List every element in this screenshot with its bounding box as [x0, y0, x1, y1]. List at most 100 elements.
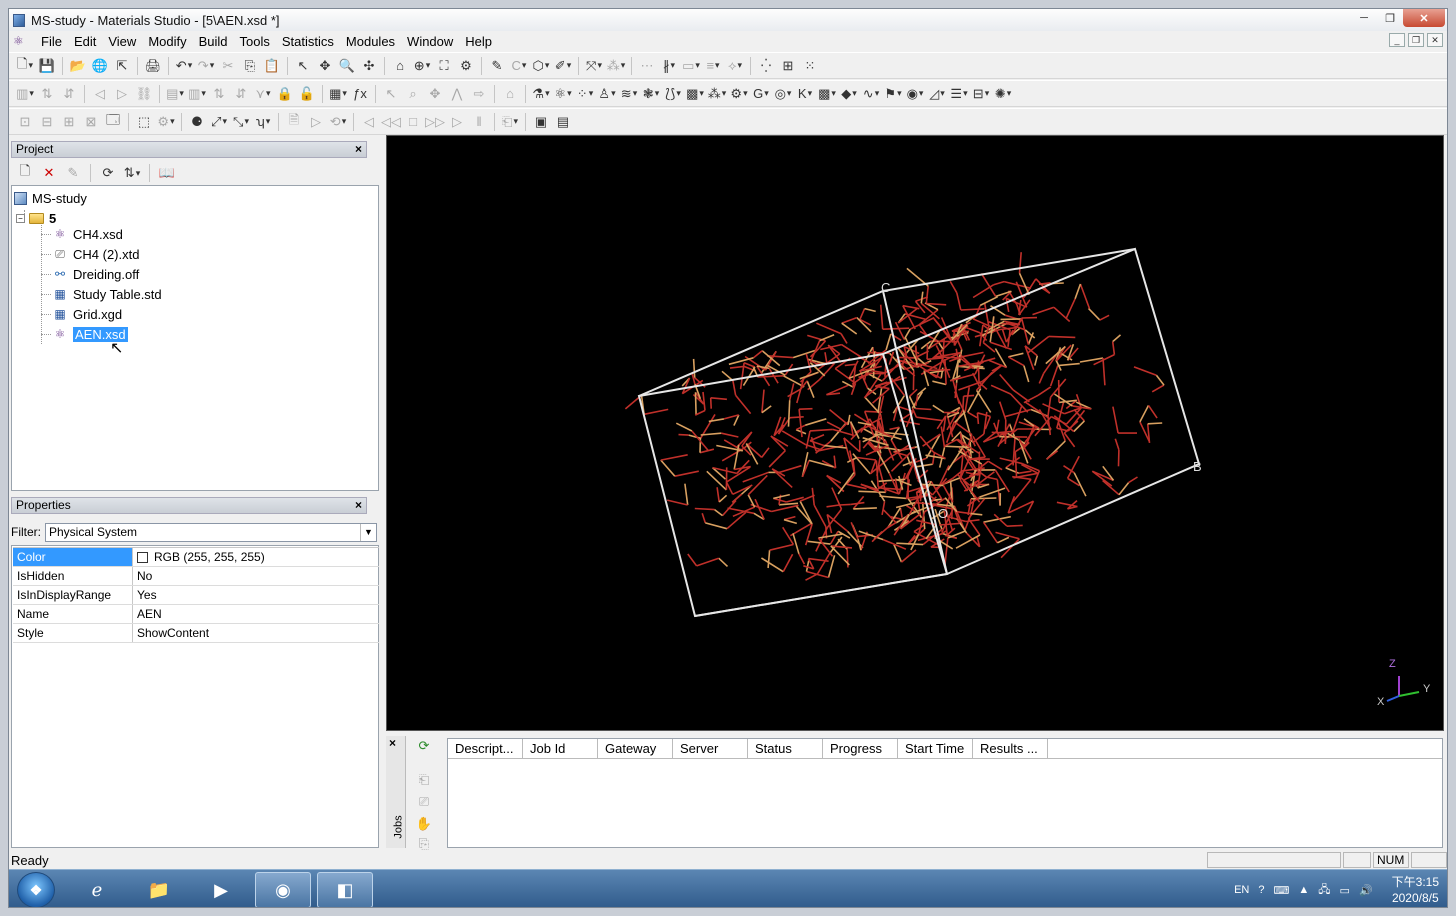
- conformers-icon[interactable]: ≋: [619, 84, 639, 104]
- menu-modules[interactable]: Modules: [340, 34, 401, 49]
- framework-bond[interactable]: [977, 412, 991, 418]
- framework-bond[interactable]: [694, 392, 697, 416]
- framework-bond[interactable]: [782, 526, 795, 545]
- framework-bond[interactable]: [1087, 307, 1101, 321]
- framework-bond[interactable]: [769, 543, 794, 551]
- center-view-icon[interactable]: ⊕: [412, 56, 432, 76]
- framework-bond[interactable]: [1037, 386, 1052, 396]
- framework-bond[interactable]: [721, 499, 737, 517]
- filter-icon[interactable]: ⋎: [253, 84, 273, 104]
- framework-bond[interactable]: [798, 553, 806, 565]
- framework-bond[interactable]: [1008, 352, 1024, 358]
- framework-bond[interactable]: [841, 322, 858, 335]
- lattice-icon[interactable]: ⁙: [800, 56, 820, 76]
- project-pane-close-button[interactable]: ×: [355, 142, 362, 157]
- column-icon[interactable]: ▤: [165, 84, 185, 104]
- chart-bar-icon[interactable]: ▥: [15, 84, 35, 104]
- framework-bond[interactable]: [706, 470, 727, 491]
- delete-icon[interactable]: ✕: [39, 163, 59, 183]
- framework-bond[interactable]: [773, 493, 790, 500]
- angle-select-icon[interactable]: ⤡: [231, 112, 251, 132]
- framework-bond[interactable]: [678, 433, 689, 436]
- translate-icon[interactable]: ✣: [359, 56, 379, 76]
- onetep-icon[interactable]: ◆: [839, 84, 859, 104]
- framework-bond[interactable]: [771, 504, 799, 513]
- column-header-results[interactable]: Results ...: [973, 739, 1048, 758]
- property-row-color[interactable]: Color RGB (255, 255, 255): [13, 548, 379, 567]
- kinetix-icon[interactable]: K: [795, 84, 815, 104]
- qmera-icon[interactable]: ⚑: [883, 84, 903, 104]
- sort-az-icon[interactable]: ⇅: [209, 84, 229, 104]
- sort-za-icon[interactable]: ⇵: [231, 84, 251, 104]
- framework-bond[interactable]: [914, 300, 926, 314]
- framework-bond[interactable]: [864, 307, 876, 313]
- framework-bond[interactable]: [1133, 366, 1157, 377]
- framework-bond[interactable]: [990, 384, 1011, 395]
- print-icon[interactable]: 🖨: [143, 56, 163, 76]
- last-frame-icon[interactable]: ▷: [447, 112, 467, 132]
- framework-bond[interactable]: [816, 553, 830, 575]
- grid-view-icon[interactable]: ▦: [328, 84, 348, 104]
- framework-bond[interactable]: [734, 394, 752, 415]
- framework-bond[interactable]: [1102, 358, 1106, 386]
- framework-bond[interactable]: [1007, 356, 1025, 367]
- framework-bond[interactable]: [982, 521, 999, 544]
- menu-statistics[interactable]: Statistics: [276, 34, 340, 49]
- display-icon[interactable]: ▭: [1340, 884, 1350, 897]
- equilibria-icon[interactable]: ▩: [685, 84, 705, 104]
- framework-bond[interactable]: [949, 280, 958, 294]
- framework-bond[interactable]: [1003, 280, 1032, 290]
- open-book-icon[interactable]: 📖: [157, 163, 177, 183]
- framework-bond[interactable]: [761, 405, 772, 414]
- framework-bond[interactable]: [818, 533, 843, 539]
- framework-bond[interactable]: [798, 409, 803, 438]
- framework-bond[interactable]: [1046, 450, 1059, 460]
- framework-bond[interactable]: [752, 350, 763, 359]
- framework-bond[interactable]: [667, 499, 688, 506]
- close-window-button[interactable]: ✕: [1403, 9, 1445, 27]
- framework-bond[interactable]: [1139, 405, 1150, 423]
- cut-icon[interactable]: ✂: [218, 56, 238, 76]
- framework-bond[interactable]: [761, 389, 765, 413]
- home-view-icon[interactable]: ⌂: [390, 56, 410, 76]
- framework-bond[interactable]: [846, 549, 849, 568]
- framework-bond[interactable]: [761, 350, 781, 367]
- vamp-icon[interactable]: ✺: [993, 84, 1013, 104]
- blends-icon[interactable]: ⁘: [575, 84, 595, 104]
- supercell-icon[interactable]: ⊞: [778, 56, 798, 76]
- framework-bond[interactable]: [826, 421, 842, 430]
- framework-bond[interactable]: [943, 438, 958, 447]
- rename-icon[interactable]: ✎: [63, 163, 83, 183]
- menu-build[interactable]: Build: [193, 34, 234, 49]
- chrome-icon[interactable]: ◉: [255, 872, 311, 907]
- save-icon[interactable]: 💾: [37, 56, 57, 76]
- framework-bond[interactable]: [1147, 422, 1163, 425]
- export-icon[interactable]: ⇱: [112, 56, 132, 76]
- jobs-close-button[interactable]: ×: [389, 736, 396, 750]
- framework-bond[interactable]: [675, 422, 693, 432]
- framework-bond[interactable]: [916, 416, 943, 422]
- framework-bond[interactable]: [692, 358, 696, 378]
- prev-icon[interactable]: ◁: [90, 84, 110, 104]
- framework-bond[interactable]: [896, 542, 924, 546]
- atom-element-icon[interactable]: C: [509, 56, 529, 76]
- framework-bond[interactable]: [962, 351, 984, 358]
- framework-bond[interactable]: [827, 555, 836, 578]
- framework-bond[interactable]: [867, 372, 884, 375]
- framework-bond[interactable]: [1001, 328, 1008, 343]
- internet-explorer-icon[interactable]: ℯ: [69, 872, 125, 907]
- framework-bond[interactable]: [920, 291, 924, 304]
- framework-bond[interactable]: [927, 357, 943, 361]
- framework-bond[interactable]: [674, 470, 699, 477]
- pause-icon[interactable]: ‖: [469, 112, 489, 132]
- doc-minimize-button[interactable]: _: [1389, 33, 1405, 47]
- framework-bond[interactable]: [1079, 283, 1091, 309]
- loop-icon[interactable]: ⟲: [328, 112, 348, 132]
- framework-bond[interactable]: [732, 380, 737, 396]
- framework-bond[interactable]: [826, 504, 840, 508]
- framework-bond[interactable]: [1038, 373, 1045, 384]
- bond-select-icon[interactable]: ⤢: [209, 112, 229, 132]
- forcite-icon[interactable]: ⁂: [707, 84, 727, 104]
- framework-bond[interactable]: [979, 295, 999, 307]
- framework-bond[interactable]: [991, 431, 1008, 435]
